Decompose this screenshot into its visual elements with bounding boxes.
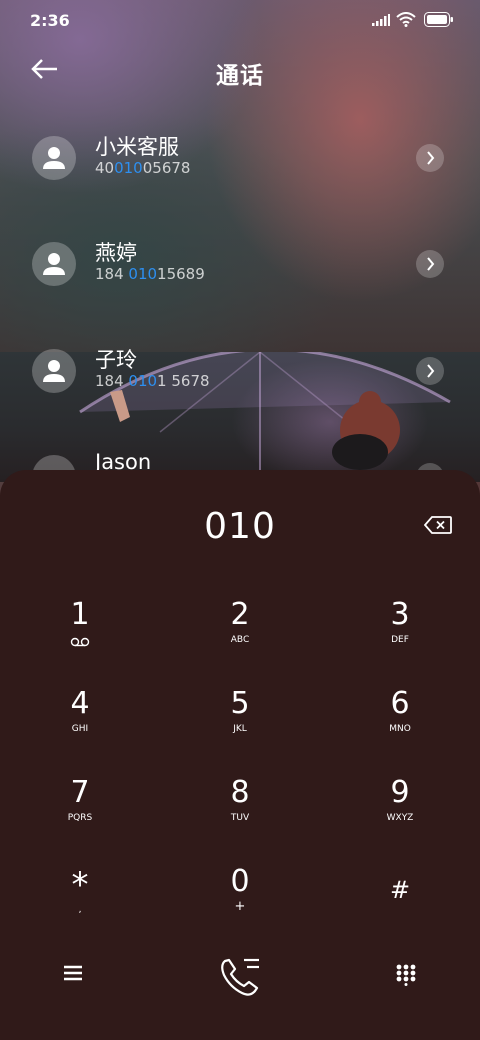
key-5[interactable]: 5 JKL xyxy=(180,687,300,767)
key-6[interactable]: 6 MNO xyxy=(340,687,460,767)
status-time: 2:36 xyxy=(30,11,70,30)
dialer-panel: 010 1 2 ABC 3 DEF 4 GHI 5 JKL 6 MNO 7 PQ… xyxy=(0,470,480,1040)
key-1[interactable]: 1 xyxy=(20,598,140,678)
keypad-icon[interactable] xyxy=(396,964,416,986)
avatar xyxy=(32,349,76,393)
avatar xyxy=(32,242,76,286)
contact-name: 燕婷 xyxy=(95,241,137,265)
call-icon[interactable] xyxy=(216,955,264,997)
key-star[interactable]: * , xyxy=(20,868,140,948)
person-icon xyxy=(43,253,65,275)
page-title: 通话 xyxy=(216,63,264,89)
chevron-right-icon xyxy=(427,257,435,271)
battery-icon xyxy=(424,12,453,27)
chevron-right-icon xyxy=(427,151,435,165)
key-4[interactable]: 4 GHI xyxy=(20,687,140,767)
menu-icon[interactable] xyxy=(62,964,84,982)
key-7[interactable]: 7 PQRS xyxy=(20,776,140,856)
contact-item[interactable]: 小米客服 4001005678 xyxy=(0,135,480,216)
contact-number: 4001005678 xyxy=(95,159,191,177)
status-bar: 2:36 xyxy=(0,0,480,40)
contact-detail-button[interactable] xyxy=(416,250,444,278)
key-3[interactable]: 3 DEF xyxy=(340,598,460,678)
contact-name: 小米客服 xyxy=(95,135,179,159)
person-icon xyxy=(43,147,65,169)
chevron-right-icon xyxy=(427,364,435,378)
person-icon xyxy=(43,360,65,382)
key-8[interactable]: 8 TUV xyxy=(180,776,300,856)
wifi-icon xyxy=(396,12,416,27)
dialed-number: 010 xyxy=(204,506,276,547)
contact-item[interactable]: 子玲 184 0101 5678 xyxy=(0,348,480,429)
avatar xyxy=(32,136,76,180)
contact-number: 184 01015689 xyxy=(95,265,205,283)
key-9[interactable]: 9 WXYZ xyxy=(340,776,460,856)
voicemail-icon xyxy=(70,637,90,647)
contact-number: 184 0101 5678 xyxy=(95,372,210,390)
key-hash[interactable]: # xyxy=(340,873,460,953)
contact-name: 子玲 xyxy=(95,348,137,372)
signal-icon xyxy=(372,14,390,26)
backspace-icon[interactable] xyxy=(424,516,452,534)
contact-item[interactable]: 燕婷 184 01015689 xyxy=(0,241,480,322)
contact-detail-button[interactable] xyxy=(416,357,444,385)
key-0[interactable]: 0 + xyxy=(180,865,300,945)
key-2[interactable]: 2 ABC xyxy=(180,598,300,678)
contact-detail-button[interactable] xyxy=(416,144,444,172)
